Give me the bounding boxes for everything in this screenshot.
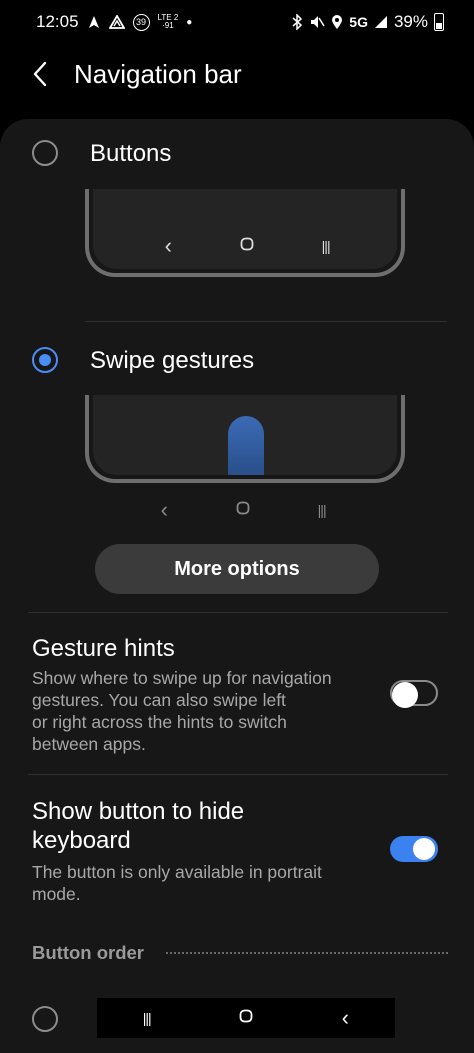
recents-key-icon: ||| (317, 502, 327, 518)
hide-keyboard-toggle[interactable] (390, 836, 438, 862)
more-options-button[interactable]: More options (95, 544, 379, 594)
back-key-icon: ‹ (164, 233, 172, 258)
battery-percent: 39% (393, 12, 428, 31)
desc-line: mode. (32, 884, 81, 904)
back-key-icon: ‹ (341, 1005, 349, 1030)
swipe-gestures-preview[interactable] (85, 395, 405, 483)
desc-line: The button is only available in portrait (32, 862, 322, 882)
desc-line: gestures. You can also swipe left (32, 690, 286, 710)
swipe-gestures-option-label[interactable]: Swipe gestures (90, 347, 254, 375)
gesture-hints-description: Show where to swipe up for navigation ge… (32, 667, 372, 755)
settings-card: Buttons ‹ ||| Swipe gestures ‹ ||| More … (0, 119, 474, 1053)
button-order-header: Button order (32, 942, 145, 963)
location-icon (331, 14, 343, 30)
lte-indicator: LTE 2 ·91 (158, 14, 179, 30)
toggle-knob (413, 838, 435, 860)
app-bar: Navigation bar (0, 50, 474, 98)
network-type: 5G (349, 14, 368, 30)
back-button[interactable] (14, 50, 66, 98)
bluetooth-icon (291, 14, 303, 30)
gesture-hints-toggle[interactable] (390, 680, 438, 708)
recents-key-icon: ||| (321, 238, 331, 254)
hide-keyboard-description: The button is only available in portrait… (32, 861, 372, 905)
swipe-preview-navkeys: ‹ ||| (125, 497, 361, 523)
buttons-preview-navkeys: ‹ ||| (129, 233, 365, 259)
options-divider (85, 321, 447, 322)
swipe-gestures-radio[interactable] (32, 347, 58, 373)
button-order-preview[interactable]: ||| ‹ (97, 998, 395, 1038)
section-divider (28, 612, 448, 613)
desc-line: between apps. (32, 734, 146, 754)
notification-count-badge: 39 (132, 13, 150, 31)
recents-key-icon: ||| (142, 1010, 152, 1026)
signal-strength-icon (374, 15, 388, 29)
battery-icon (434, 13, 444, 31)
gesture-swipe-indicator (228, 416, 264, 475)
signal-warning-icon (108, 15, 125, 29)
title-line: keyboard (32, 827, 131, 854)
mute-icon (309, 14, 325, 30)
toggle-knob (392, 682, 418, 708)
buttons-option-label[interactable]: Buttons (90, 140, 171, 168)
gesture-hints-title[interactable]: Gesture hints (32, 634, 175, 663)
desc-line: or right across the hints to switch (32, 712, 287, 732)
navigation-arrow-icon (87, 15, 101, 29)
dot-icon: ● (186, 16, 193, 28)
buttons-preview[interactable]: ‹ ||| (85, 189, 405, 277)
buttons-radio[interactable] (32, 140, 58, 166)
page-title: Navigation bar (74, 58, 242, 89)
home-key-icon (227, 237, 267, 256)
back-arrow-icon (33, 61, 47, 87)
section-header-dotted-line (166, 952, 448, 954)
lte-signal-value: ·91 (162, 21, 174, 30)
desc-line: Show where to swipe up for navigation (32, 668, 332, 688)
hide-keyboard-title[interactable]: Show button to hide keyboard (32, 797, 244, 855)
home-key-icon (223, 501, 263, 520)
title-line: Show button to hide (32, 798, 245, 825)
button-order-radio[interactable] (32, 1006, 58, 1032)
status-time: 12:05 (36, 12, 79, 31)
home-key-icon (226, 1009, 266, 1028)
status-bar: 12:05 39 LTE 2 ·91 ● 5G 39% (0, 0, 474, 44)
setting-divider (28, 774, 448, 775)
back-key-icon: ‹ (160, 497, 168, 522)
